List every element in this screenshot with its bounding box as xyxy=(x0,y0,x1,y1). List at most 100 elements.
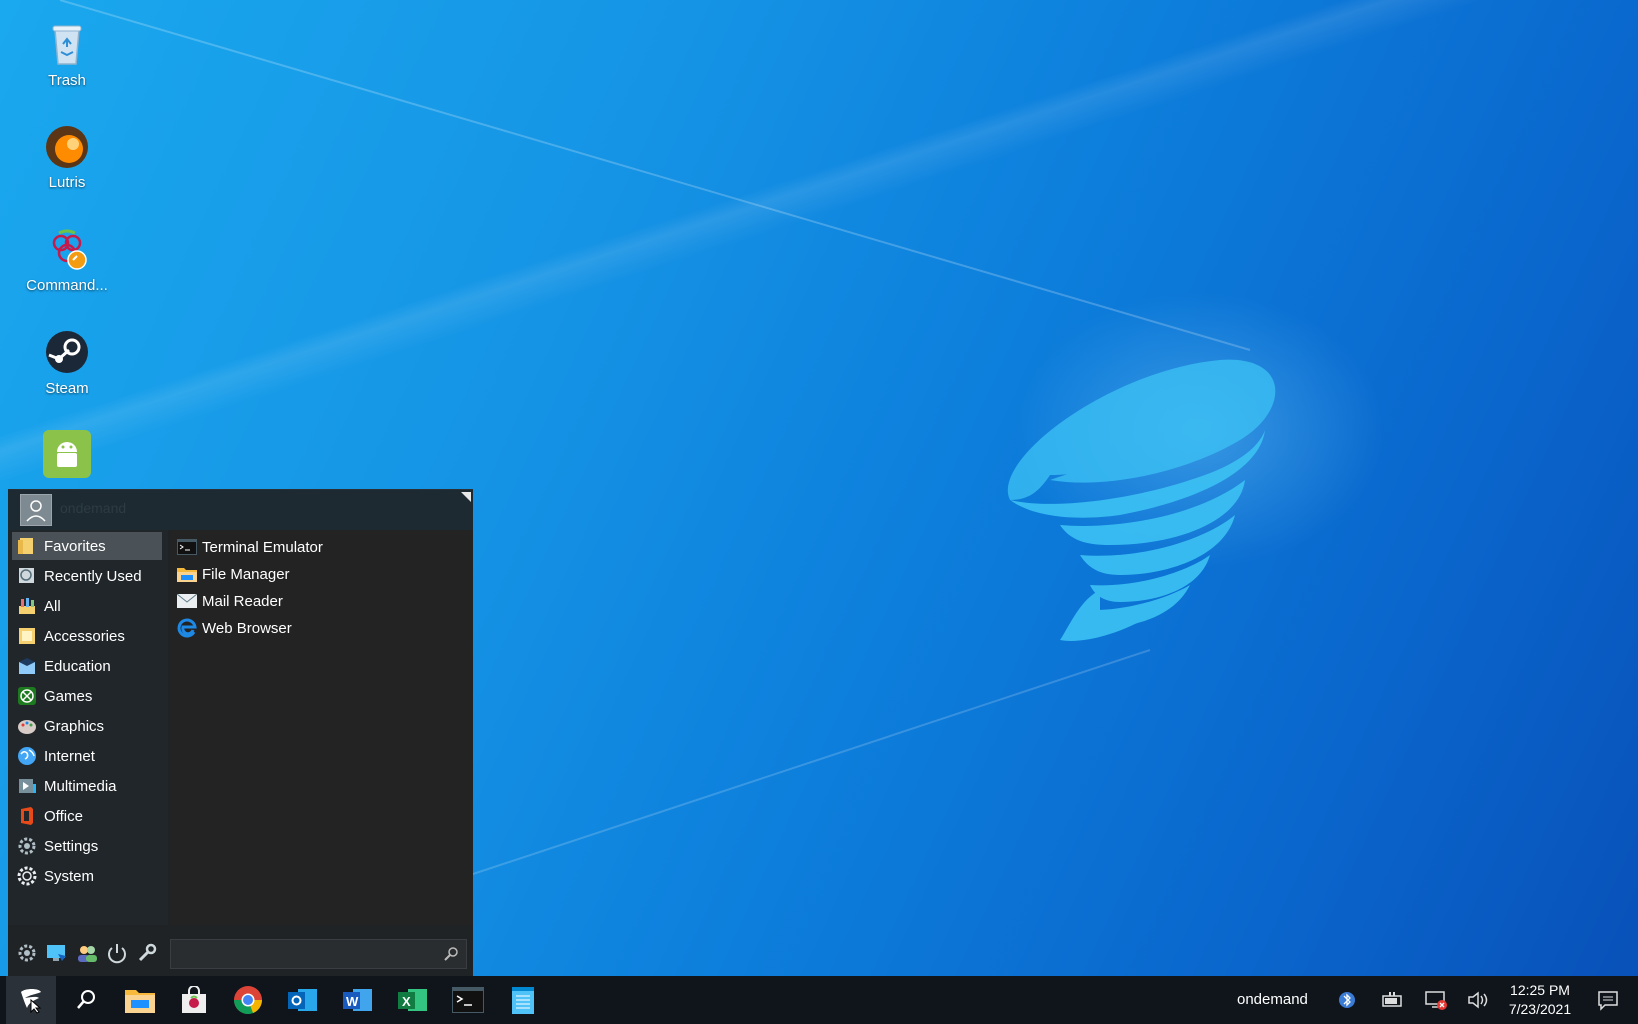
battery-tray[interactable] xyxy=(1380,988,1404,1012)
category-office[interactable]: Office xyxy=(12,802,162,830)
taskbar-file-explorer[interactable] xyxy=(115,976,165,1024)
edit-menu-button[interactable] xyxy=(134,940,160,966)
switch-user-button[interactable] xyxy=(74,940,100,966)
app-file-manager[interactable]: File Manager xyxy=(176,561,466,587)
gear-icon xyxy=(18,944,36,962)
category-list: Favorites Recently Used All Accessories … xyxy=(8,530,168,925)
category-label: Accessories xyxy=(44,627,125,645)
taskbar-excel[interactable]: X xyxy=(388,976,438,1024)
accessories-icon xyxy=(19,628,35,644)
users-icon xyxy=(78,946,97,962)
internet-icon xyxy=(18,747,36,765)
wrench-icon xyxy=(138,943,157,962)
category-multimedia[interactable]: Multimedia xyxy=(12,772,162,800)
steam-icon xyxy=(46,331,88,373)
user-avatar[interactable] xyxy=(20,494,52,526)
category-internet[interactable]: Internet xyxy=(12,742,162,770)
volume-icon xyxy=(1468,991,1488,1009)
chrome-icon xyxy=(234,986,262,1014)
multimedia-icon xyxy=(19,779,36,793)
education-icon xyxy=(19,658,35,674)
favorites-icon xyxy=(18,538,33,554)
taskbar-outlook[interactable] xyxy=(278,976,328,1024)
category-graphics[interactable]: Graphics xyxy=(12,712,162,740)
category-label: System xyxy=(44,867,95,885)
switch-desktop-button[interactable] xyxy=(44,940,70,966)
network-disconnected-icon xyxy=(1425,991,1447,1010)
lutris-icon xyxy=(46,126,88,168)
recently-used-icon xyxy=(19,568,34,583)
category-all[interactable]: All xyxy=(12,592,162,620)
power-button[interactable] xyxy=(104,940,130,966)
category-recently-used[interactable]: Recently Used xyxy=(12,562,162,590)
terminal-icon xyxy=(452,987,484,1013)
category-label: Recently Used xyxy=(44,567,142,585)
category-label: Settings xyxy=(44,837,99,855)
category-label: Games xyxy=(44,687,93,705)
app-label: Web Browser xyxy=(202,619,292,637)
category-label: Internet xyxy=(44,747,95,765)
start-icon xyxy=(21,989,42,1014)
notepad-icon xyxy=(512,987,534,1014)
start-menu: ondemand Favorites Recently Used All Acc… xyxy=(8,489,473,977)
app-label: Terminal Emulator xyxy=(202,538,323,556)
volume-tray[interactable] xyxy=(1466,988,1490,1012)
notification-center-button[interactable] xyxy=(1596,988,1620,1012)
notification-icon xyxy=(1598,991,1618,1011)
app-terminal-emulator[interactable]: Terminal Emulator xyxy=(176,534,466,560)
category-accessories[interactable]: Accessories xyxy=(12,622,162,650)
word-icon: W xyxy=(343,989,372,1011)
resize-handle-icon[interactable] xyxy=(461,492,471,502)
clock-time: 12:25 PM xyxy=(1510,982,1570,998)
category-label: Education xyxy=(44,657,111,675)
start-menu-footer xyxy=(8,930,473,977)
power-icon xyxy=(108,944,126,964)
desktop-icon-label: Lutris xyxy=(48,174,86,191)
excel-icon: X xyxy=(398,989,427,1011)
taskbar-word[interactable]: W xyxy=(333,976,383,1024)
store-icon xyxy=(182,986,206,1013)
desktop-icon-label: Trash xyxy=(48,72,86,89)
app-mail-reader[interactable]: Mail Reader xyxy=(176,588,466,614)
all-apps-icon xyxy=(19,598,35,614)
desktop-icon-steam[interactable]: Steam xyxy=(12,328,122,397)
clock-date: 7/23/2021 xyxy=(1508,1001,1572,1017)
desktop-icon-trash[interactable]: Trash xyxy=(12,20,122,89)
settings-button[interactable] xyxy=(14,940,40,966)
category-label: Favorites xyxy=(44,537,106,555)
category-games[interactable]: Games xyxy=(12,682,162,710)
graphics-icon xyxy=(18,720,36,734)
trash-icon xyxy=(52,25,82,65)
raspberry-command-icon xyxy=(52,229,87,270)
category-favorites[interactable]: Favorites xyxy=(12,532,162,560)
start-button[interactable] xyxy=(6,976,56,1024)
category-system[interactable]: System xyxy=(12,862,162,890)
start-menu-header: ondemand xyxy=(8,490,473,530)
taskbar-chrome[interactable] xyxy=(223,976,273,1024)
desktop-icon-android[interactable] xyxy=(12,430,122,482)
app-label: File Manager xyxy=(202,565,290,583)
monitor-icon xyxy=(47,945,66,961)
office-icon xyxy=(21,807,33,825)
desktop-icon-command[interactable]: Command... xyxy=(12,225,122,294)
games-icon xyxy=(18,687,36,705)
edge-browser-icon xyxy=(177,618,197,638)
search-input[interactable] xyxy=(170,939,467,969)
taskbar-notepad[interactable] xyxy=(498,976,548,1024)
outlook-icon xyxy=(288,989,317,1011)
category-label: Multimedia xyxy=(44,777,117,795)
bluetooth-icon xyxy=(1339,992,1355,1008)
search-icon xyxy=(77,990,95,1009)
bluetooth-tray[interactable] xyxy=(1335,988,1359,1012)
taskbar-search-button[interactable] xyxy=(61,976,111,1024)
category-education[interactable]: Education xyxy=(12,652,162,680)
cpu-governor-label[interactable]: ondemand xyxy=(1237,991,1308,1008)
desktop-icon-lutris[interactable]: Lutris xyxy=(12,122,122,191)
taskbar-clock[interactable]: 12:25 PM 7/23/2021 xyxy=(1500,981,1580,1019)
app-web-browser[interactable]: Web Browser xyxy=(176,615,466,641)
taskbar-terminal[interactable] xyxy=(443,976,493,1024)
taskbar-store[interactable] xyxy=(169,976,219,1024)
user-icon xyxy=(26,500,46,522)
network-tray[interactable] xyxy=(1424,988,1448,1012)
category-settings[interactable]: Settings xyxy=(12,832,162,860)
